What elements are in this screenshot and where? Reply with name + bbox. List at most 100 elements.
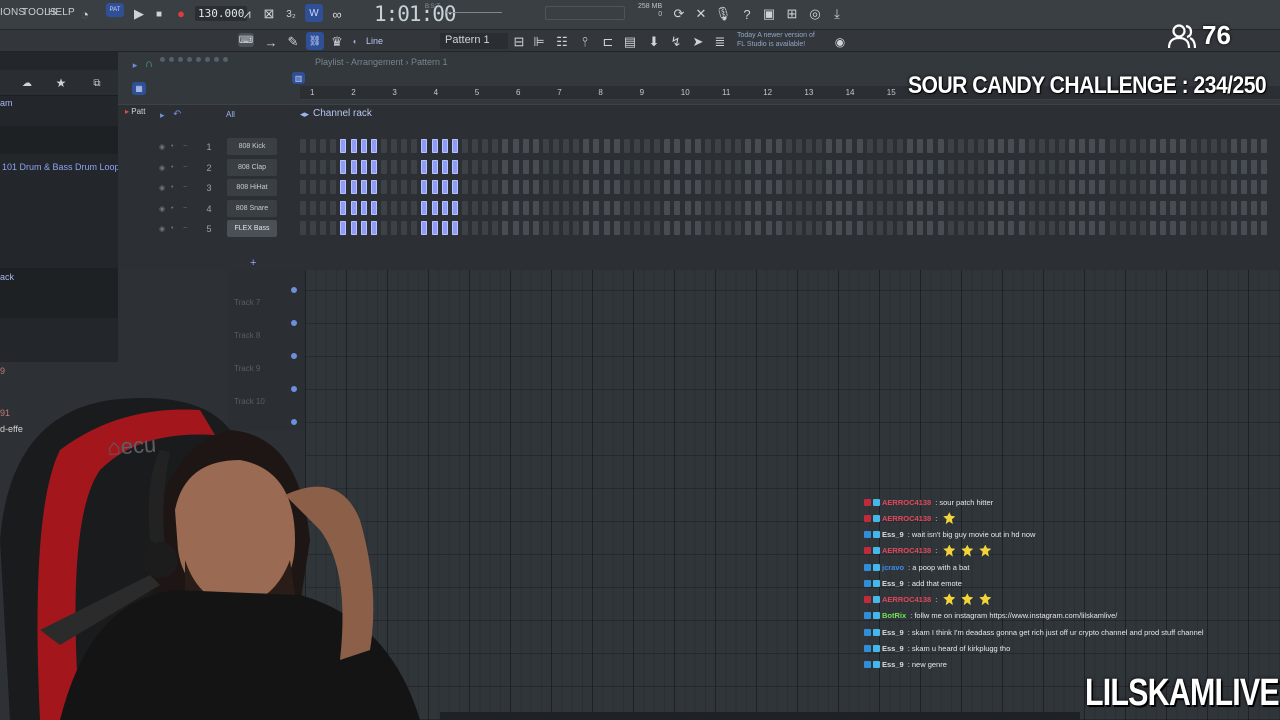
undo-icon[interactable]: ↶ bbox=[173, 109, 181, 120]
step-button[interactable] bbox=[836, 180, 843, 195]
step-button[interactable] bbox=[1231, 221, 1238, 236]
step-button[interactable] bbox=[876, 180, 883, 195]
step-button[interactable] bbox=[310, 200, 317, 215]
step-button[interactable] bbox=[967, 221, 974, 236]
countdown-icon[interactable]: 3₂ bbox=[282, 5, 300, 23]
step-button[interactable] bbox=[988, 180, 995, 195]
step-button[interactable] bbox=[1231, 139, 1238, 153]
step-button[interactable] bbox=[1200, 139, 1207, 153]
step-button[interactable] bbox=[310, 221, 317, 236]
step-button[interactable] bbox=[1089, 139, 1096, 153]
step-button[interactable] bbox=[775, 180, 782, 195]
tool-dot[interactable] bbox=[160, 57, 165, 62]
step-button[interactable] bbox=[492, 180, 499, 195]
step-button[interactable] bbox=[461, 159, 468, 174]
step-button[interactable] bbox=[1180, 159, 1187, 174]
step-button[interactable] bbox=[785, 180, 792, 195]
step-button[interactable] bbox=[330, 139, 337, 153]
step-button[interactable] bbox=[694, 221, 701, 236]
step-button[interactable] bbox=[1241, 221, 1248, 236]
step-button[interactable] bbox=[411, 180, 418, 195]
step-button[interactable] bbox=[947, 159, 954, 174]
step-button[interactable] bbox=[866, 200, 873, 215]
step-button[interactable] bbox=[401, 159, 408, 174]
microphone-icon[interactable]: 🎙 bbox=[714, 5, 732, 23]
step-button[interactable] bbox=[512, 139, 519, 153]
step-button[interactable] bbox=[1079, 200, 1086, 215]
step-button[interactable] bbox=[1008, 159, 1015, 174]
step-button[interactable] bbox=[330, 221, 337, 236]
step-button[interactable] bbox=[380, 159, 387, 174]
step-button[interactable] bbox=[563, 200, 570, 215]
step-button[interactable] bbox=[603, 139, 610, 153]
channel-mute-icon[interactable]: ◉ bbox=[159, 164, 165, 172]
step-button[interactable] bbox=[654, 139, 661, 153]
step-button[interactable] bbox=[1190, 221, 1197, 236]
step-button[interactable] bbox=[927, 159, 934, 174]
step-button[interactable] bbox=[1028, 159, 1035, 174]
metronome-icon[interactable]: ⩘ bbox=[238, 5, 256, 23]
step-button[interactable] bbox=[1099, 180, 1106, 195]
save-icon[interactable]: ▣ bbox=[760, 5, 778, 23]
step-button[interactable] bbox=[1109, 221, 1116, 236]
step-button[interactable] bbox=[1079, 221, 1086, 236]
step-button[interactable] bbox=[1109, 159, 1116, 174]
step-button[interactable] bbox=[755, 200, 762, 215]
step-button[interactable] bbox=[1210, 139, 1217, 153]
step-button[interactable] bbox=[1099, 221, 1106, 236]
step-button[interactable] bbox=[421, 221, 428, 236]
step-button[interactable] bbox=[441, 139, 448, 153]
channel-pan-icon[interactable]: • bbox=[171, 164, 173, 171]
step-button[interactable] bbox=[897, 200, 904, 215]
step-button[interactable] bbox=[350, 139, 357, 153]
step-button[interactable] bbox=[836, 200, 843, 215]
step-button[interactable] bbox=[725, 180, 732, 195]
step-button[interactable] bbox=[502, 139, 509, 153]
chat-username[interactable]: AERROC4138 bbox=[882, 514, 931, 523]
cloud-icon[interactable]: ☁ bbox=[18, 74, 36, 92]
step-button[interactable] bbox=[360, 159, 367, 174]
step-button[interactable] bbox=[461, 139, 468, 153]
step-button[interactable] bbox=[1059, 200, 1065, 215]
step-button[interactable] bbox=[1059, 221, 1065, 236]
step-button[interactable] bbox=[1109, 180, 1116, 195]
step-button[interactable] bbox=[391, 180, 398, 195]
step-button[interactable] bbox=[1008, 139, 1015, 153]
chat-username[interactable]: AERROC4138 bbox=[882, 595, 931, 604]
step-button[interactable] bbox=[421, 200, 428, 215]
browser-icon[interactable]: ▤ bbox=[621, 33, 639, 51]
step-button[interactable] bbox=[1008, 221, 1015, 236]
step-button[interactable] bbox=[1048, 180, 1055, 195]
step-button[interactable] bbox=[1251, 139, 1258, 153]
step-button[interactable] bbox=[795, 159, 802, 174]
channel-name-button[interactable]: FLEX Bass bbox=[227, 220, 277, 238]
step-button[interactable] bbox=[583, 159, 590, 174]
step-button[interactable] bbox=[532, 221, 539, 236]
step-button[interactable] bbox=[694, 139, 701, 153]
step-button[interactable] bbox=[907, 159, 914, 174]
step-button[interactable] bbox=[886, 139, 893, 153]
step-button[interactable] bbox=[1038, 221, 1045, 236]
step-button[interactable] bbox=[1231, 159, 1238, 174]
step-button[interactable] bbox=[816, 159, 823, 174]
tool-dot[interactable] bbox=[223, 57, 228, 62]
step-button[interactable] bbox=[1038, 139, 1045, 153]
step-button[interactable] bbox=[522, 159, 529, 174]
channel-number[interactable]: 5 bbox=[203, 224, 215, 234]
step-button[interactable] bbox=[978, 221, 985, 236]
step-button[interactable] bbox=[421, 159, 428, 174]
step-button[interactable] bbox=[714, 221, 721, 236]
step-button[interactable] bbox=[1099, 200, 1106, 215]
step-button[interactable] bbox=[1069, 221, 1076, 236]
step-button[interactable] bbox=[1190, 159, 1197, 174]
step-button[interactable] bbox=[1241, 200, 1248, 215]
step-button[interactable] bbox=[1170, 221, 1177, 236]
step-button[interactable] bbox=[978, 159, 985, 174]
step-button[interactable] bbox=[937, 221, 944, 236]
step-button[interactable] bbox=[370, 221, 377, 236]
step-button[interactable] bbox=[866, 159, 873, 174]
tuner-icon[interactable]: ✕ bbox=[692, 5, 710, 23]
step-button[interactable] bbox=[644, 221, 651, 236]
step-button[interactable] bbox=[644, 159, 651, 174]
step-button[interactable] bbox=[340, 180, 347, 195]
